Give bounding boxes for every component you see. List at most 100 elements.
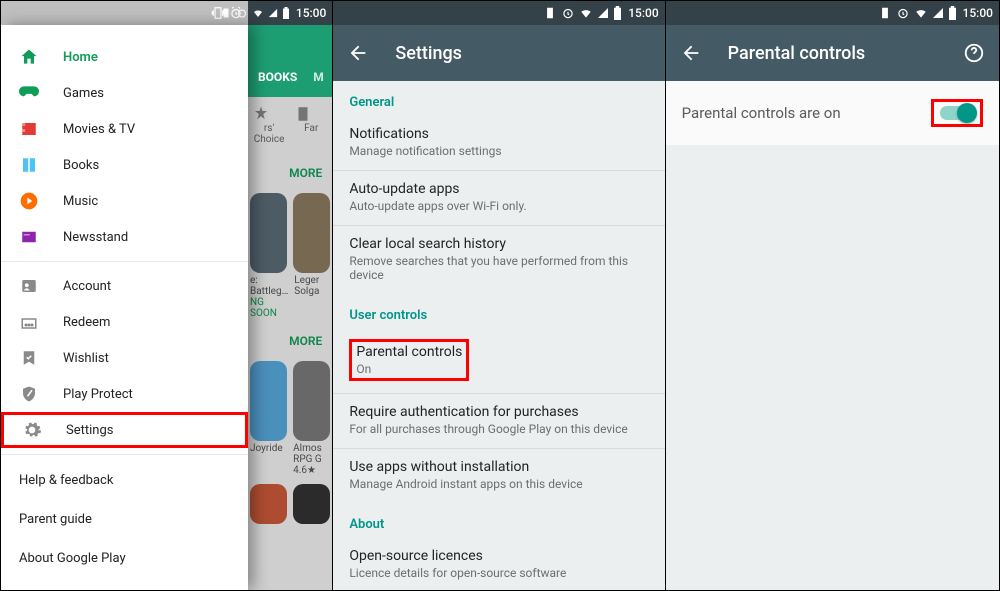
nav-item-help[interactable]: Help & feedback — [1, 461, 248, 500]
parental-toggle[interactable] — [931, 99, 983, 127]
nav-item-games[interactable]: Games — [1, 75, 248, 111]
settings-item-title: Auto-update apps — [349, 181, 648, 197]
nav-label: Home — [63, 50, 98, 65]
alarm-icon — [561, 6, 575, 20]
more-link[interactable]: MORE — [248, 153, 332, 193]
nav-item-settings[interactable]: Settings — [1, 412, 248, 448]
settings-item-subtitle: Remove searches that you have performed … — [349, 254, 648, 282]
nav-item-wishlist[interactable]: Wishlist — [1, 340, 248, 376]
nav-label: Settings — [66, 423, 113, 438]
nav-label: Redeem — [63, 315, 110, 330]
section-header: About — [333, 503, 664, 538]
nav-label: Newsstand — [63, 230, 128, 245]
play-tabbar: BOOKS M — [248, 57, 332, 97]
tile-name: e: Battleg… — [250, 275, 288, 297]
settings-item[interactable]: NotificationsManage notification setting… — [333, 116, 664, 170]
settings-item-title: Parental controls — [356, 344, 462, 360]
nav-item-newsstand[interactable]: Newsstand — [1, 219, 248, 255]
app-thumb[interactable] — [250, 193, 287, 273]
tile-name: Leger — [294, 275, 330, 286]
help-icon[interactable] — [963, 42, 985, 64]
settings-item[interactable]: Auto-update apps Auto-update apps over Wi… — [333, 171, 664, 225]
gear-icon — [22, 420, 42, 440]
nav-label: Play Protect — [63, 387, 133, 402]
vibrate-icon — [878, 6, 892, 20]
tile-name: Joyride — [250, 443, 287, 454]
nav-item-redeem[interactable]: Redeem — [1, 304, 248, 340]
statusbar: 15:00 — [333, 1, 664, 25]
screen-parental-controls: 15:00 Parental controls Parental control… — [666, 1, 999, 590]
nav-item-playprotect[interactable]: Play Protect — [1, 376, 248, 412]
tile-name: Far — [294, 123, 328, 134]
settings-item-subtitle: Manage notification settings — [349, 144, 648, 158]
tile-name: Almos — [293, 443, 330, 454]
settings-item-subtitle: For all purchases through Google Play on… — [349, 422, 648, 436]
screen-settings: 15:00 Settings GeneralNotificationsManag… — [333, 1, 665, 590]
nav-label: Wishlist — [63, 351, 109, 366]
settings-list: GeneralNotificationsManage notification … — [333, 81, 664, 590]
app-thumb[interactable] — [293, 361, 330, 441]
news-icon — [19, 227, 39, 247]
signal-icon — [268, 8, 278, 18]
settings-item[interactable]: Use apps without installationManage Andr… — [333, 449, 664, 503]
settings-item-subtitle: Auto-update apps over Wi-Fi only. — [349, 199, 648, 213]
divider — [1, 261, 248, 262]
redeem-icon — [19, 312, 39, 332]
back-arrow-icon[interactable] — [680, 42, 702, 64]
nav-label: Books — [63, 158, 99, 173]
divider — [1, 454, 248, 455]
alarm-icon — [236, 7, 248, 19]
nav-label: Account — [63, 279, 111, 294]
battery-icon — [613, 6, 622, 20]
parental-body: Parental controls are on — [666, 81, 999, 590]
tile-rating: 4.6★ — [293, 465, 330, 476]
vibrate-icon — [543, 6, 557, 20]
book-icon — [19, 155, 39, 175]
alarm-icon — [896, 6, 910, 20]
signal-icon — [597, 7, 609, 19]
screen-play-drawer: 15:00 15:00 BOOKS M rs' Choice — [1, 1, 333, 590]
badge: NG SOON — [250, 297, 288, 319]
back-arrow-icon[interactable] — [347, 42, 369, 64]
settings-item-subtitle: Licence details for open-source software — [349, 566, 648, 580]
settings-item-title: Require authentication for purchases — [349, 404, 648, 420]
tab-books[interactable]: BOOKS — [248, 70, 307, 84]
settings-item[interactable]: Parental controlsOn — [333, 329, 664, 393]
signal-icon — [932, 7, 944, 19]
app-thumb[interactable] — [293, 193, 330, 273]
section-header: General — [333, 81, 664, 116]
settings-item-title: Open-source licences — [349, 548, 648, 564]
nav-item-home[interactable]: Home — [1, 39, 248, 75]
settings-item[interactable]: Clear local search history Remove searche… — [333, 226, 664, 294]
statusbar-bg-strip: 15:00 — [248, 1, 332, 25]
settings-item[interactable]: Open-source licences Licence details for … — [333, 538, 664, 590]
appbar-title: Settings — [395, 43, 462, 64]
nav-item-about[interactable]: About Google Play — [1, 539, 248, 578]
status-clock: 15:00 — [296, 6, 326, 20]
home-icon — [19, 47, 39, 67]
more-link[interactable]: MORE — [248, 321, 332, 361]
battery-icon — [282, 7, 290, 19]
wifi-icon — [252, 7, 264, 19]
battery-icon — [948, 6, 957, 20]
toggle-label: Parental controls are on — [682, 104, 841, 122]
tab-more[interactable]: M — [307, 70, 330, 84]
nav-item-movies[interactable]: Movies & TV — [1, 111, 248, 147]
settings-item[interactable]: Require authentication for purchases For … — [333, 394, 664, 448]
shield-icon — [19, 384, 39, 404]
settings-item-title: Clear local search history — [349, 236, 648, 252]
status-clock: 15:00 — [628, 6, 658, 20]
nav-item-books[interactable]: Books — [1, 147, 248, 183]
app-thumb[interactable] — [293, 484, 330, 524]
settings-item-title: Use apps without installation — [349, 459, 648, 475]
nav-item-parentguide[interactable]: Parent guide — [1, 500, 248, 539]
tile-name: rs' Choice — [252, 123, 286, 145]
app-thumb[interactable] — [250, 484, 287, 524]
parental-toggle-row: Parental controls are on — [666, 81, 999, 145]
nav-item-account[interactable]: Account — [1, 268, 248, 304]
app-thumb[interactable] — [250, 361, 287, 441]
nav-item-music[interactable]: Music — [1, 183, 248, 219]
nav-label: Movies & TV — [63, 122, 135, 137]
section-header: User controls — [333, 294, 664, 329]
appbar-title: Parental controls — [728, 43, 866, 64]
